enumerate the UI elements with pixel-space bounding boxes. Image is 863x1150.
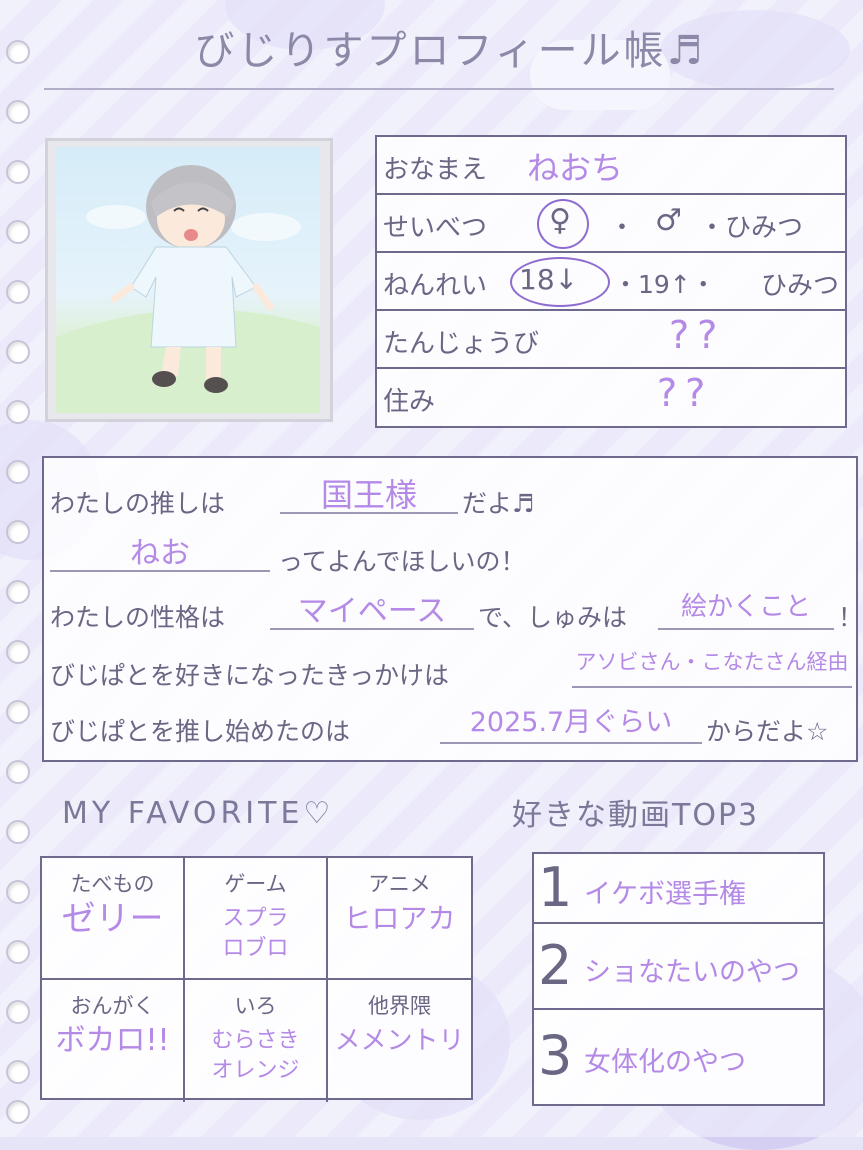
top3-title-3: 女体化のやつ xyxy=(584,1047,746,1078)
birthday-label: たんじょうび xyxy=(383,329,540,359)
residence-label: 住み xyxy=(383,387,436,417)
favorite-cell-other: 他界隈 メメントリ xyxy=(328,980,471,1102)
gender-row: せいべつ ♀ ・ ♂ ・ひみつ xyxy=(377,195,845,253)
favorite-game-label: ゲーム xyxy=(224,872,287,896)
binder-holes xyxy=(0,0,40,1137)
favorite-anime-label: アニメ xyxy=(368,872,431,896)
trigger-fill: アソビさん・こなたさん経由 xyxy=(572,646,852,688)
gender-separator: ・ xyxy=(609,213,636,243)
age-under18-option: 18↓ xyxy=(519,263,579,296)
page-title: びじりすプロフィール帳♬ xyxy=(194,28,706,74)
favorite-music-label: おんがく xyxy=(70,994,155,1018)
favorite-color-label: いろ xyxy=(234,994,277,1018)
favorite-color-value: むらさき オレンジ xyxy=(211,1028,300,1083)
favorite-cell-food: たべもの ゼリー xyxy=(42,858,185,980)
favorite-cell-game: ゲーム スプラ ロブロ xyxy=(185,858,328,980)
top3-heading: 好きな動画TOP3 xyxy=(512,798,760,833)
top3-item-3: 3 女体化のやつ xyxy=(534,1010,823,1104)
favorites-grid: たべもの ゼリー ゲーム スプラ ロブロ アニメ ヒロアカ おんがく ボカロ!!… xyxy=(40,856,473,1102)
top3-item-1: 1 イケボ選手権 xyxy=(534,854,823,924)
favorite-cell-music: おんがく ボカロ!! xyxy=(42,980,185,1102)
favorite-food-label: たべもの xyxy=(70,872,155,896)
top3-rank-3: 3 xyxy=(538,1024,573,1087)
trigger-line-prefix: びじぱとを好きになったきっかけは xyxy=(50,661,450,690)
top3-title-2: ショなたいのやつ xyxy=(584,957,800,988)
hobby-fill: 絵かくこと xyxy=(658,586,834,630)
profile-photo-frame xyxy=(45,138,333,422)
name-label: おなまえ xyxy=(383,155,488,185)
gender-label: せいべつ xyxy=(383,213,488,243)
residence-row: 住み ?? xyxy=(377,369,845,426)
birthday-value: ?? xyxy=(669,313,726,357)
personality-line-suffix: ！ xyxy=(838,603,863,632)
favorite-food-value: ゼリー xyxy=(61,899,164,939)
age-label: ねんれい xyxy=(383,271,488,301)
favorite-cell-color: いろ むらさき オレンジ xyxy=(185,980,328,1102)
favorite-other-label: 他界隈 xyxy=(368,994,431,1018)
age-over19-option: ・19↑・ xyxy=(613,270,716,299)
favorite-music-value: ボカロ!! xyxy=(55,1023,170,1058)
age-row: ねんれい 18↓ ・19↑・ ひみつ xyxy=(377,253,845,311)
top3-rank-2: 2 xyxy=(538,934,573,997)
start-fill: 2025.7月ぐらい xyxy=(440,700,702,744)
message-section: わたしの推しは 国王様 だよ♬ ねお ってよんでほしいの！ わたしの性格は マイ… xyxy=(42,456,863,762)
favorite-anime-value: ヒロアカ xyxy=(343,902,456,935)
age-secret-option: ひみつ xyxy=(761,271,840,301)
nickname-line-suffix: ってよんでほしいの！ xyxy=(278,547,526,576)
top3-rank-1: 1 xyxy=(538,856,573,919)
gender-male-option: ♂ xyxy=(655,203,682,238)
gender-female-option: ♀ xyxy=(549,203,571,238)
profile-info-table: おなまえ ねおち せいべつ ♀ ・ ♂ ・ひみつ ねんれい 18↓ ・19↑・ … xyxy=(375,135,847,428)
gender-secret-option: ・ひみつ xyxy=(699,213,804,243)
name-value: ねおち xyxy=(527,149,624,187)
oshi-line-suffix: だよ♬ xyxy=(462,489,535,518)
favorites-heading: MY FAVORITE♡ xyxy=(62,796,335,831)
favorite-game-value: スプラ ロブロ xyxy=(222,906,289,961)
favorite-other-value: メメントリ xyxy=(334,1026,465,1056)
nickname-fill: ねお xyxy=(50,528,270,572)
top3-item-2: 2 ショなたいのやつ xyxy=(534,924,823,1010)
name-row: おなまえ ねおち xyxy=(377,137,845,195)
favorite-cell-anime: アニメ ヒロアカ xyxy=(328,858,471,980)
start-line-suffix: からだよ☆ xyxy=(706,717,829,746)
personality-fill: マイペース xyxy=(270,586,474,630)
residence-value: ?? xyxy=(657,371,714,415)
oshi-line-prefix: わたしの推しは xyxy=(50,489,226,518)
oshi-fill: 国王様 xyxy=(280,470,458,514)
personality-line-prefix: わたしの性格は xyxy=(50,603,226,632)
profile-illustration xyxy=(56,147,320,413)
title-underline xyxy=(44,88,834,90)
birthday-row: たんじょうび ?? xyxy=(377,311,845,369)
top3-videos-list: 1 イケボ選手権 2 ショなたいのやつ 3 女体化のやつ xyxy=(532,852,825,1106)
start-line-prefix: びじぱとを推し始めたのは xyxy=(50,717,351,746)
personality-line-middle: で、しゅみは xyxy=(478,603,628,632)
top3-title-1: イケボ選手権 xyxy=(584,879,746,910)
